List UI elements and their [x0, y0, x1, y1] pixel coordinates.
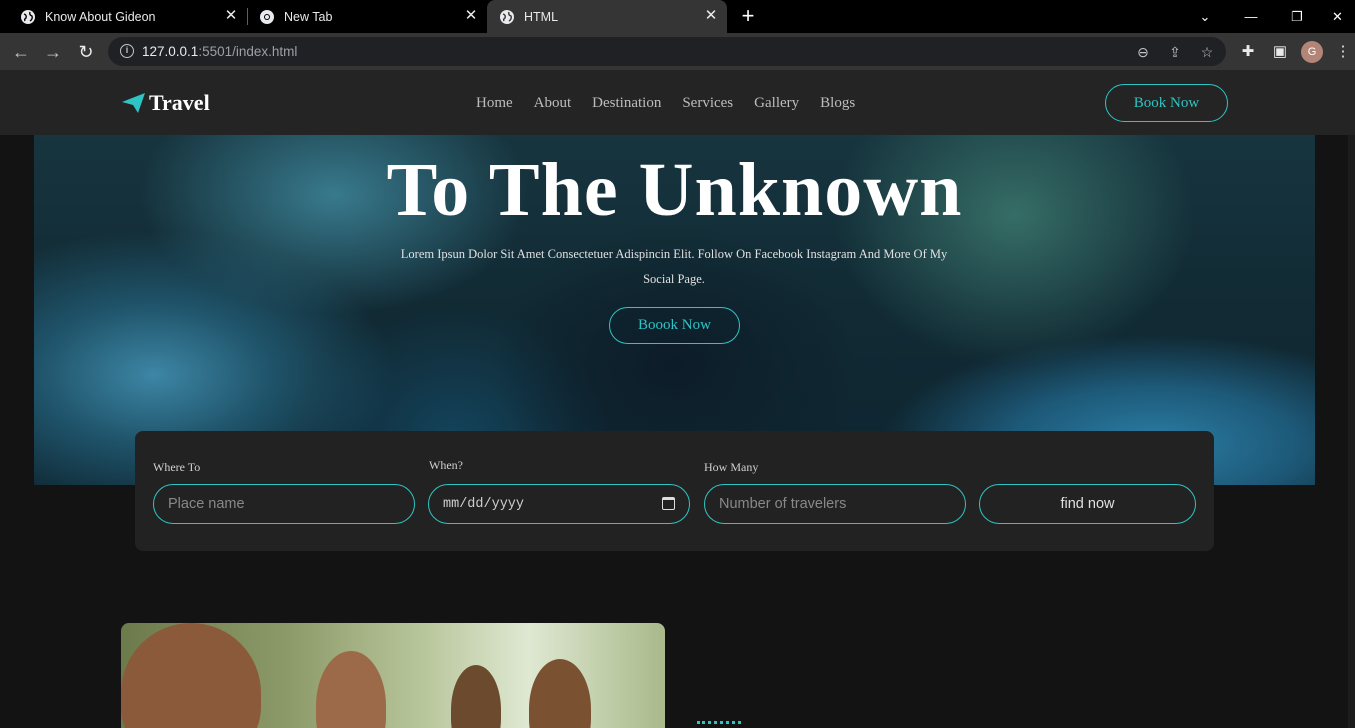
menu-kebab-icon[interactable]: ⋮: [1333, 42, 1353, 62]
chrome-icon: [260, 9, 274, 24]
how-many-label: How Many: [704, 460, 759, 474]
browser-toolbar: ← → ↻ i 127.0.0.1:5501/index.html ⊖ ⇪ ☆: [0, 33, 1355, 70]
date-value: mm/dd/yyyy: [443, 496, 525, 512]
side-panel-icon[interactable]: ▣: [1270, 42, 1290, 62]
date-input[interactable]: mm/dd/yyyy: [428, 484, 690, 524]
profile-avatar[interactable]: G: [1301, 41, 1323, 63]
header-book-now-button[interactable]: Book Now: [1105, 84, 1228, 122]
restore-button[interactable]: ❐: [1274, 0, 1320, 33]
booking-search-panel: Where To Place name When? mm/dd/yyyy How…: [135, 431, 1214, 551]
site-header: Travel Home About Destination Services G…: [0, 70, 1355, 135]
globe-icon: [500, 9, 514, 24]
extensions-puzzle-icon[interactable]: ✚: [1238, 42, 1258, 62]
main-nav: Home About Destination Services Gallery …: [476, 95, 876, 112]
nav-destination[interactable]: Destination: [592, 95, 661, 112]
info-icon[interactable]: i: [120, 44, 134, 58]
section-heading-fragment: [697, 721, 741, 726]
tab-search-chevron-icon[interactable]: ⌄: [1182, 0, 1228, 33]
photo-person: [529, 659, 591, 728]
place-name-input[interactable]: Place name: [153, 484, 415, 524]
nav-blogs[interactable]: Blogs: [820, 95, 855, 112]
tab-title: Know About Gideon: [45, 9, 156, 24]
photo-person: [121, 623, 261, 728]
tab-title: New Tab: [284, 9, 333, 24]
site-logo[interactable]: Travel: [121, 90, 210, 116]
url-text[interactable]: 127.0.0.1:5501/index.html: [142, 44, 297, 59]
paper-plane-icon: [122, 93, 145, 113]
group-photo: [121, 623, 665, 728]
browser-tab[interactable]: New Tab ✕: [239, 0, 487, 33]
hero-title: To The Unknown: [386, 148, 963, 232]
nav-about[interactable]: About: [534, 95, 572, 112]
find-now-button[interactable]: find now: [979, 484, 1196, 524]
travelers-input[interactable]: Number of travelers: [704, 484, 966, 524]
scrollbar[interactable]: [1348, 70, 1355, 728]
nav-home[interactable]: Home: [476, 95, 513, 112]
browser-tab-active[interactable]: HTML ✕: [487, 0, 727, 33]
nav-services[interactable]: Services: [682, 95, 733, 112]
forward-arrow-icon[interactable]: →: [42, 41, 64, 63]
close-icon[interactable]: ✕: [223, 8, 239, 24]
zoom-icon[interactable]: ⊖: [1134, 43, 1152, 61]
reload-icon[interactable]: ↻: [75, 41, 97, 63]
address-bar[interactable]: i 127.0.0.1:5501/index.html ⊖ ⇪ ☆: [108, 37, 1226, 66]
photo-person: [451, 665, 501, 728]
globe-icon: [21, 9, 35, 24]
browser-tab[interactable]: Know About Gideon ✕: [0, 0, 247, 33]
hero-book-button[interactable]: Boook Now: [609, 307, 740, 344]
when-label: When?: [429, 458, 463, 472]
nav-gallery[interactable]: Gallery: [754, 95, 799, 112]
share-icon[interactable]: ⇪: [1166, 43, 1184, 61]
photo-person: [316, 651, 386, 728]
back-arrow-icon[interactable]: ←: [10, 41, 32, 63]
close-icon[interactable]: ✕: [703, 8, 719, 24]
browser-tab-bar: Know About Gideon ✕ New Tab ✕ HTML ✕ + ⌄…: [0, 0, 1355, 33]
where-label: Where To: [153, 460, 201, 474]
calendar-icon[interactable]: [662, 497, 675, 510]
page-viewport: To The Unknown Lorem Ipsun Dolor Sit Ame…: [0, 70, 1355, 728]
bookmark-star-icon[interactable]: ☆: [1198, 43, 1216, 61]
hero-subtitle: Lorem Ipsun Dolor Sit Amet Consectetuer …: [400, 247, 948, 286]
new-tab-button[interactable]: +: [738, 5, 758, 27]
tab-title: HTML: [524, 9, 559, 24]
close-icon[interactable]: ✕: [463, 8, 479, 24]
logo-text: Travel: [149, 90, 210, 115]
minimize-button[interactable]: —: [1228, 0, 1274, 33]
window-close-button[interactable]: ✕: [1320, 0, 1355, 33]
